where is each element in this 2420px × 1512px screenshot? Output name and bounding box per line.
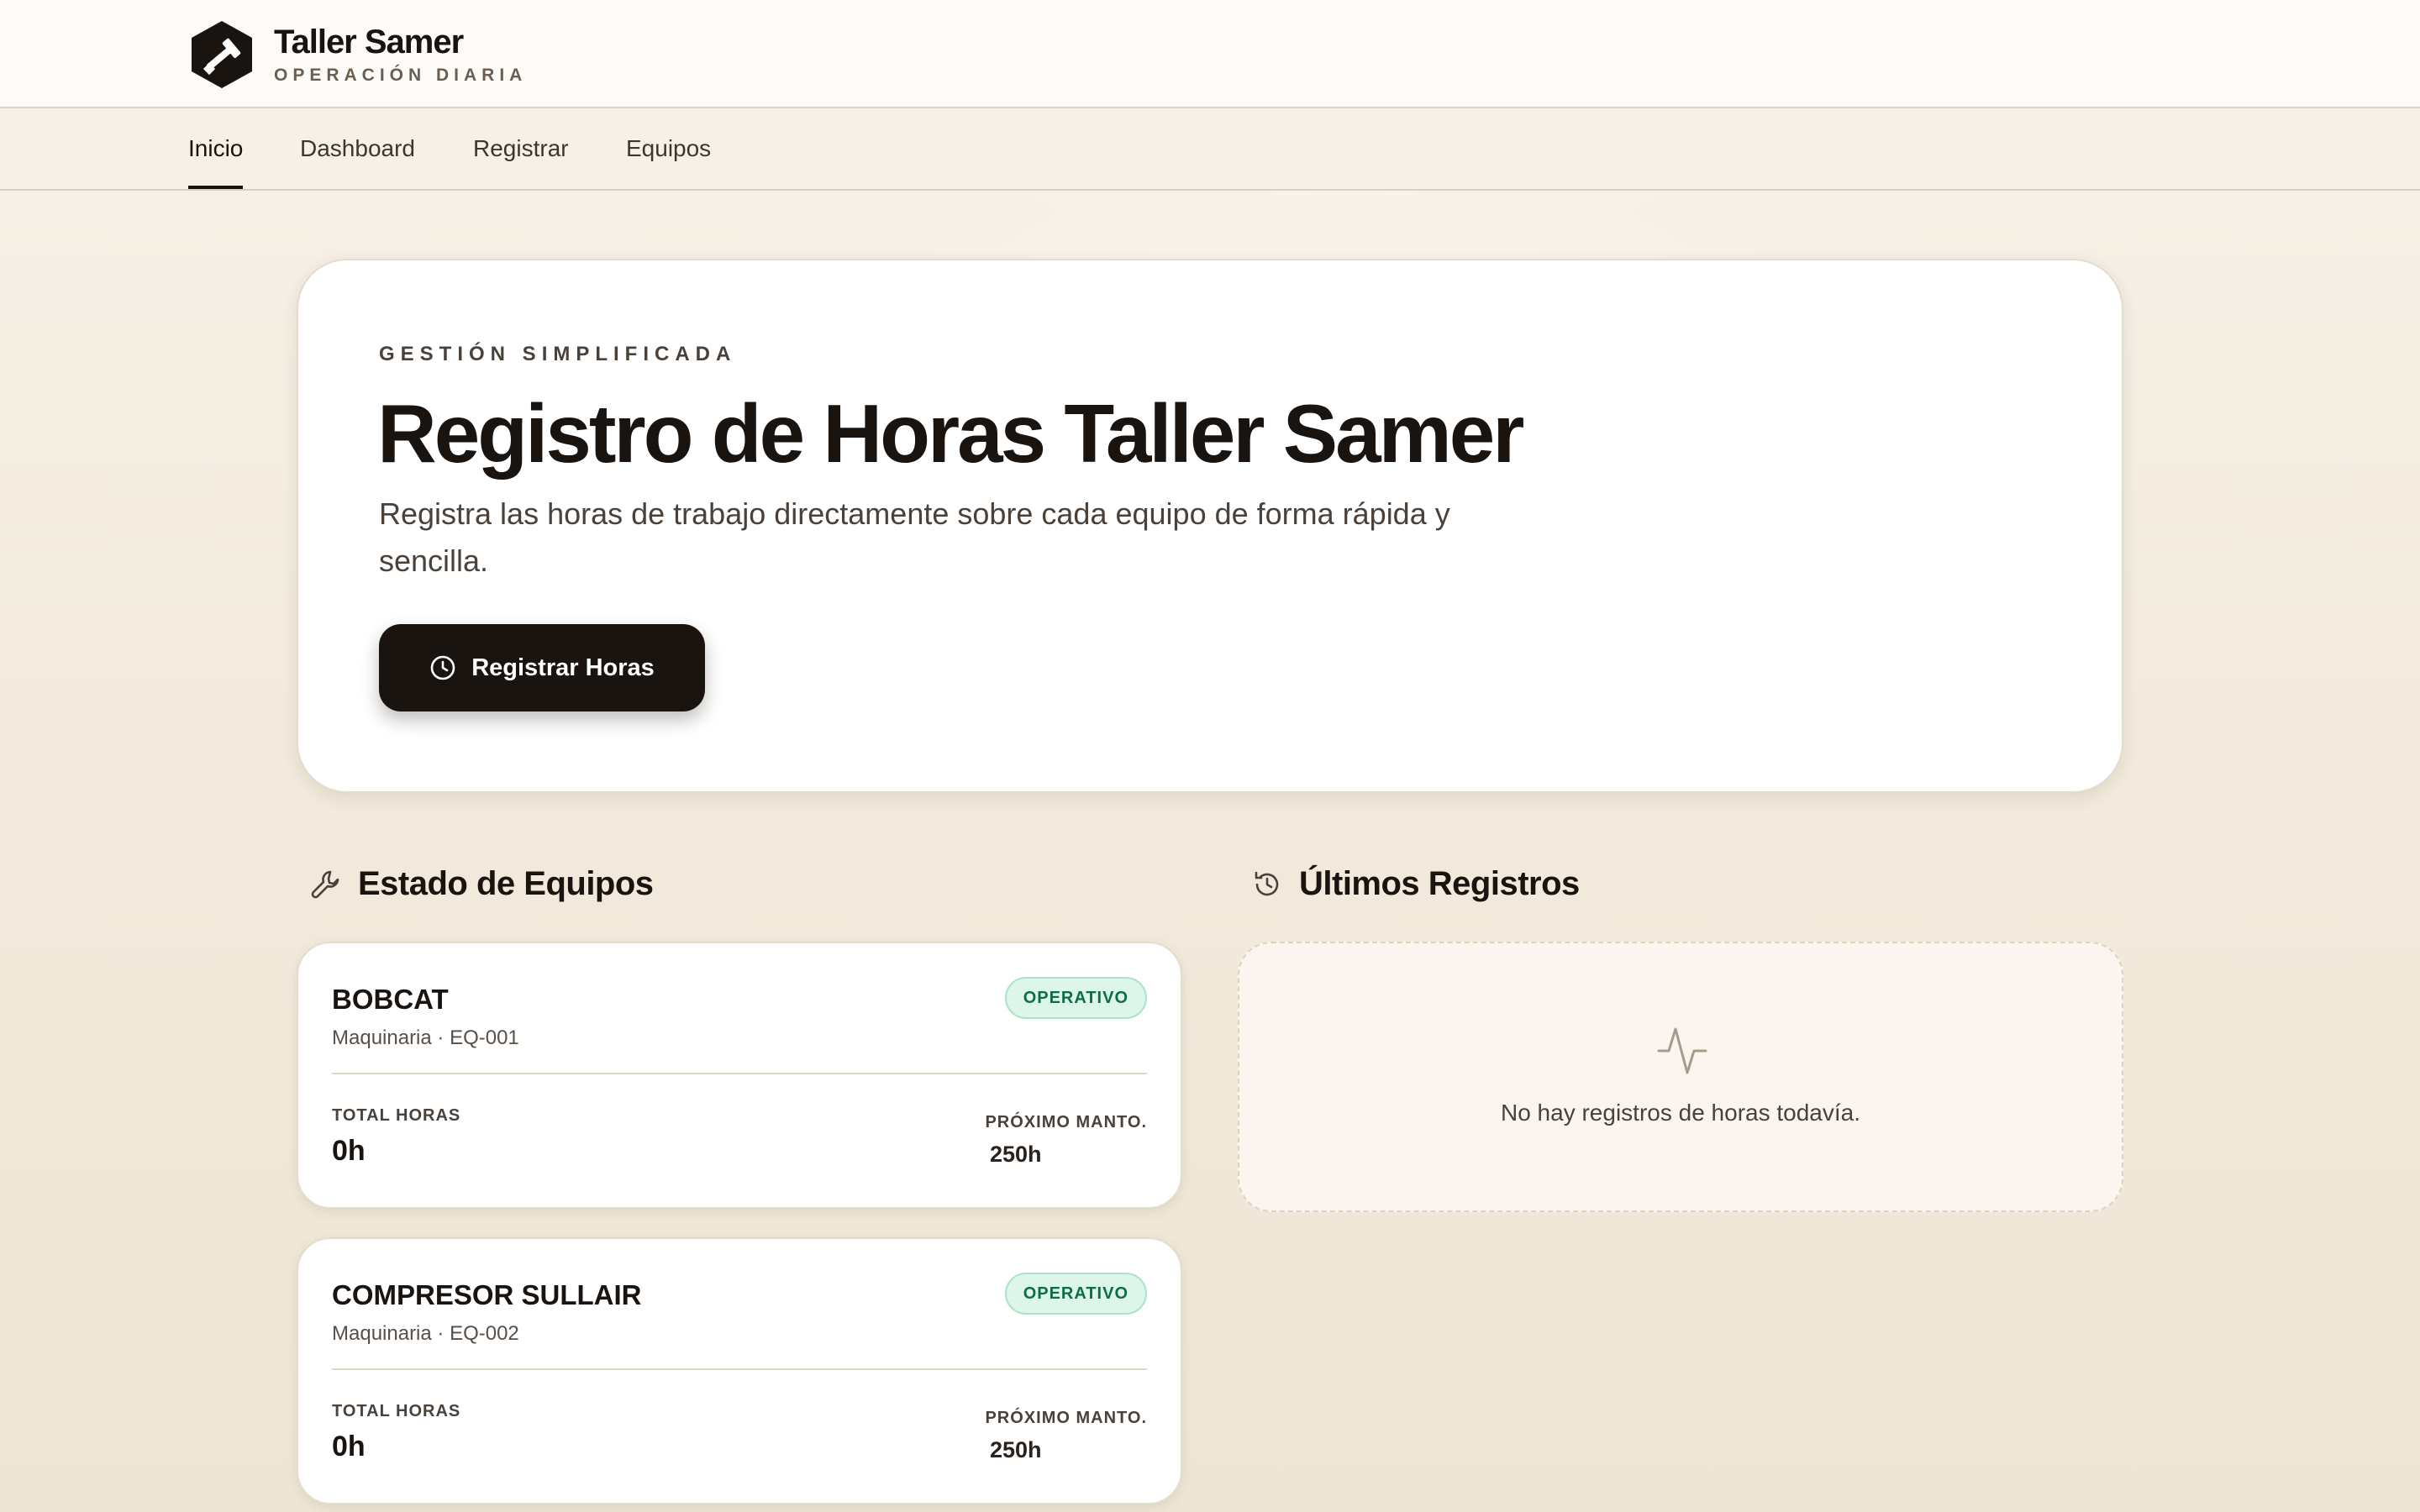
total-hours-label: TOTAL HORAS (332, 1106, 461, 1125)
hero-kicker: GESTIÓN SIMPLIFICADA (379, 343, 737, 365)
next-maintenance-value: 250h (990, 1142, 1042, 1167)
registrar-horas-label: Registrar Horas (471, 654, 655, 681)
next-maintenance-label: PRÓXIMO MANTO. (985, 1113, 1147, 1131)
equipment-meta: Maquinaria · EQ-001 (332, 1026, 519, 1049)
records-section-label: Últimos Registros (1299, 865, 1580, 902)
main-nav: Inicio Dashboard Registrar Equipos (0, 108, 2420, 191)
equipment-section-title: Estado de Equipos (309, 865, 654, 903)
nav-item-dashboard[interactable]: Dashboard (300, 108, 415, 189)
status-badge: OPERATIVO (1004, 977, 1147, 1019)
brand[interactable]: Taller Samer OPERACIÓN DIARIA (188, 18, 527, 91)
hammer-hex-logo-icon (192, 21, 252, 88)
nav-item-registrar[interactable]: Registrar (473, 108, 569, 189)
nav-item-inicio[interactable]: Inicio (188, 108, 244, 189)
clock-icon (430, 655, 455, 680)
equipment-name: BOBCAT (332, 984, 449, 1015)
history-icon (1255, 871, 1279, 895)
registrar-horas-button[interactable]: Registrar Horas (379, 624, 705, 711)
equipment-card[interactable]: COMPRESOR SULLAIR Maquinaria · EQ-002 OP… (297, 1237, 1182, 1504)
records-section-title: Últimos Registros (1250, 865, 1580, 903)
next-maintenance-label: PRÓXIMO MANTO. (985, 1409, 1147, 1427)
brand-subtitle: OPERACIÓN DIARIA (274, 66, 528, 85)
records-empty-state: No hay registros de horas todavía. (1238, 942, 2123, 1212)
total-hours-label: TOTAL HORAS (332, 1402, 461, 1420)
next-maintenance-value: 250h (990, 1437, 1042, 1462)
total-hours-value: 0h (332, 1135, 366, 1167)
activity-pulse-icon (1657, 1027, 1707, 1074)
card-divider (332, 1073, 1147, 1074)
empty-records-text: No hay registros de horas todavía. (1500, 1100, 1860, 1126)
total-hours-value: 0h (332, 1431, 366, 1462)
equipment-section-label: Estado de Equipos (358, 865, 654, 902)
equipment-meta: Maquinaria · EQ-002 (332, 1322, 519, 1345)
equipment-name: COMPRESOR SULLAIR (332, 1279, 642, 1310)
brand-name: Taller Samer (274, 24, 464, 60)
hero-card: GESTIÓN SIMPLIFICADA Registro de Horas T… (297, 259, 2123, 793)
status-badge: OPERATIVO (1004, 1273, 1147, 1315)
top-header: Taller Samer OPERACIÓN DIARIA (0, 0, 2420, 108)
nav-item-equipos[interactable]: Equipos (626, 108, 711, 189)
page-title: Registro de Horas Taller Samer (377, 387, 1524, 480)
hero-description: Registra las horas de trabajo directamen… (379, 496, 1450, 578)
equipment-card[interactable]: BOBCAT Maquinaria · EQ-001 OPERATIVO TOT… (297, 942, 1182, 1209)
wrench-icon (311, 870, 339, 898)
card-divider (332, 1368, 1147, 1370)
